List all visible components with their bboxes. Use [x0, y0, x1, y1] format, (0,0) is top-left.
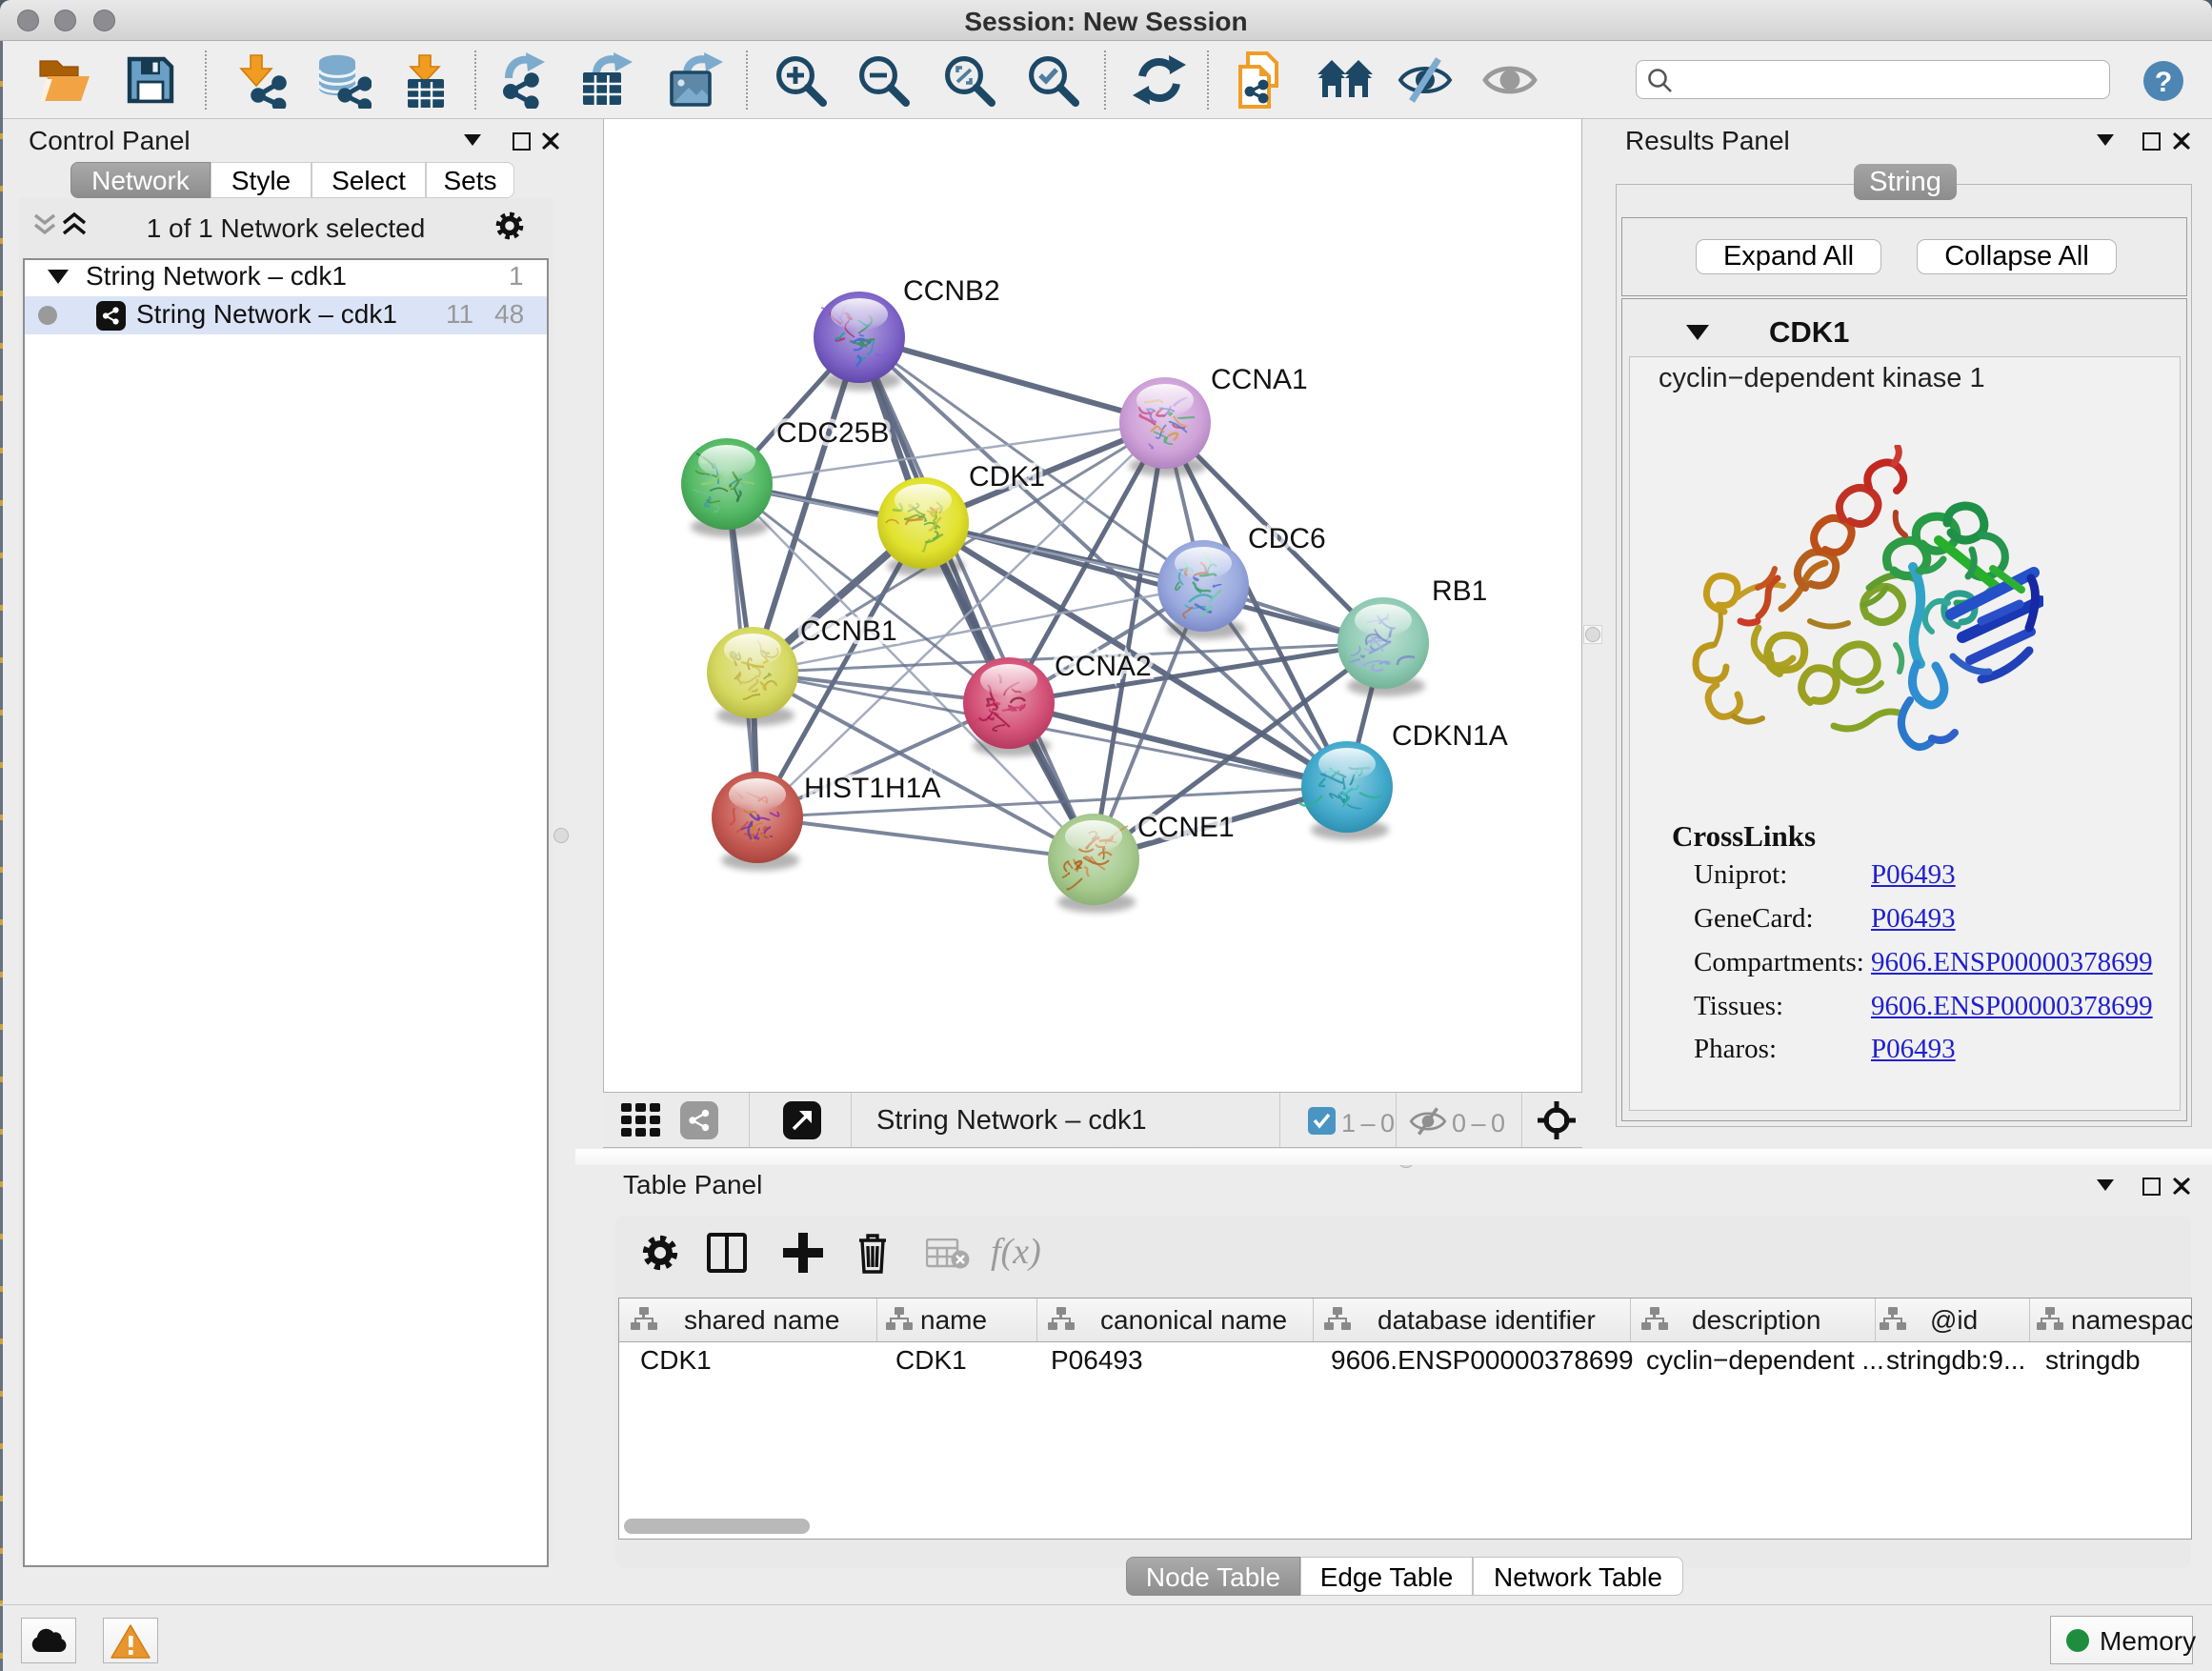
svg-text:CDC25B: CDC25B [776, 417, 889, 449]
svg-text:HIST1H1A: HIST1H1A [804, 773, 940, 804]
svg-text:CCNB2: CCNB2 [903, 275, 1000, 307]
svg-text:CDC6: CDC6 [1248, 523, 1326, 554]
svg-text:CCNA2: CCNA2 [1055, 651, 1152, 682]
svg-text:CDK1: CDK1 [969, 461, 1045, 493]
svg-text:?: ? [2155, 67, 2172, 98]
svg-text:CDKN1A: CDKN1A [1392, 720, 1508, 752]
svg-text:RB1: RB1 [1432, 575, 1487, 607]
svg-text:CCNE1: CCNE1 [1137, 812, 1235, 843]
svg-text:CCNB1: CCNB1 [800, 615, 897, 647]
svg-text:CCNA1: CCNA1 [1211, 364, 1308, 395]
